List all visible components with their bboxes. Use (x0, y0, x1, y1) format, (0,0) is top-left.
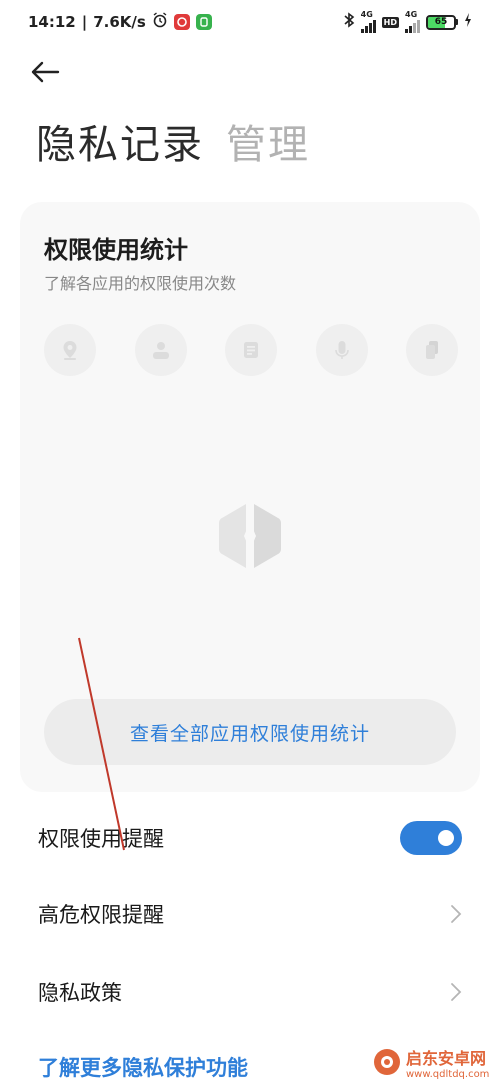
watermark-name: 启东安卓网 (406, 1048, 487, 1068)
status-time: 14:12 (28, 13, 76, 31)
row-end (400, 821, 462, 855)
usage-reminder-toggle[interactable] (400, 821, 462, 855)
privacy-policy-row[interactable]: 隐私政策 (0, 962, 500, 1022)
battery-icon: 65 (426, 14, 458, 30)
bluetooth-icon (343, 12, 355, 32)
alarm-icon (152, 12, 168, 32)
microphone-icon (315, 324, 368, 376)
green-app-icon (195, 14, 212, 30)
row-end (450, 982, 462, 1002)
row-label: 高危权限提醒 (38, 903, 164, 927)
toggle-knob (438, 830, 454, 846)
signal-bars-icon (360, 19, 376, 33)
privacy-records-screen: 14:12 | 7.6K/s 4G HD 4G 65 隐私记录 管理 权限使用统… (0, 0, 500, 1084)
contacts-icon (134, 324, 187, 376)
permission-usage-reminder-row[interactable]: 权限使用提醒 (0, 808, 500, 868)
battery-level: 65 (434, 17, 448, 27)
watermark-logo-icon (374, 1049, 400, 1075)
title-manage-tab[interactable]: 管理 (226, 112, 310, 170)
row-label: 权限使用提醒 (38, 827, 164, 851)
battery-body: 65 (426, 14, 456, 30)
back-arrow-icon (31, 61, 60, 83)
network-type-label: 4G (405, 10, 418, 19)
card-title: 权限使用统计 (44, 236, 188, 264)
messages-icon (225, 324, 277, 376)
chevron-right-icon (451, 983, 462, 1001)
clipboard-icon (406, 324, 458, 376)
site-watermark: 启东安卓网 www.qdltdq.com (372, 1040, 500, 1084)
location-icon (44, 324, 96, 376)
chevron-right-icon (451, 905, 462, 923)
security-logo-icon (216, 500, 284, 572)
signal-1: 4G (360, 10, 376, 33)
signal-bars-icon (405, 19, 420, 33)
watermark-text: 启东安卓网 www.qdltdq.com (406, 1045, 489, 1080)
hd-badge: HD (381, 16, 399, 28)
status-right: 4G HD 4G 65 (343, 11, 472, 33)
signal-2: 4G (405, 11, 420, 33)
status-bar: 14:12 | 7.6K/s 4G HD 4G 65 (0, 0, 500, 44)
netease-music-icon (173, 14, 190, 30)
view-all-permission-stats-button[interactable]: 查看全部应用权限使用统计 (44, 699, 456, 765)
battery-cap (456, 19, 458, 25)
permission-usage-card: 权限使用统计 了解各应用的权限使用次数 查看全部应用权限使用统计 (20, 202, 480, 792)
network-speed: 7.6K/s (93, 13, 146, 31)
charging-icon (464, 13, 472, 31)
row-end (450, 904, 462, 924)
row-label: 隐私政策 (38, 981, 122, 1005)
permission-icons-row (44, 324, 458, 378)
back-button[interactable] (30, 54, 74, 90)
network-type-label: 4G (360, 10, 373, 19)
title-privacy-records: 隐私记录 (36, 122, 204, 168)
status-separator: | (81, 13, 88, 31)
page-title: 隐私记录 管理 (36, 112, 310, 170)
high-risk-permission-reminder-row[interactable]: 高危权限提醒 (0, 884, 500, 944)
card-subtitle: 了解各应用的权限使用次数 (44, 274, 237, 293)
watermark-url: www.qdltdq.com (406, 1068, 490, 1080)
status-left: 14:12 | 7.6K/s (28, 12, 212, 32)
learn-more-privacy-link[interactable]: 了解更多隐私保护功能 (38, 1052, 248, 1082)
